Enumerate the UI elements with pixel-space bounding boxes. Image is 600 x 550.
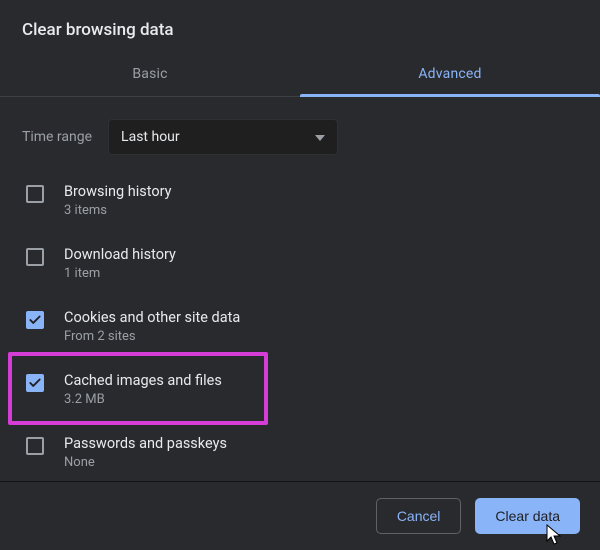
option-checkbox[interactable] <box>26 248 44 266</box>
option-label: Passwords and passkeys <box>64 435 227 452</box>
dialog-title: Clear browsing data <box>0 0 600 54</box>
tab-advanced[interactable]: Advanced <box>300 54 600 96</box>
option-sublabel: From 2 sites <box>64 329 240 344</box>
option-checkbox[interactable] <box>26 185 44 203</box>
clear-browsing-data-dialog: Clear browsing data Basic Advanced Time … <box>0 0 600 550</box>
option-sublabel: None <box>64 455 227 470</box>
option-sublabel: 1 item <box>64 266 176 281</box>
tab-basic[interactable]: Basic <box>0 54 300 96</box>
cancel-button[interactable]: Cancel <box>376 498 462 534</box>
time-range-label: Time range <box>22 129 92 145</box>
option-texts: Browsing history 3 items <box>64 183 172 218</box>
option-row: Browsing history 3 items <box>22 169 578 232</box>
option-sublabel: 3 items <box>64 203 172 218</box>
option-row: Passwords and passkeys None <box>22 421 578 481</box>
time-range-value: Last hour <box>121 129 180 145</box>
option-label: Browsing history <box>64 183 172 200</box>
option-checkbox[interactable] <box>26 311 44 329</box>
option-label: Cached images and files <box>64 372 222 389</box>
time-range-select[interactable]: Last hour <box>108 119 338 155</box>
option-label: Cookies and other site data <box>64 309 240 326</box>
tab-label: Advanced <box>418 66 481 82</box>
option-texts: Passwords and passkeys None <box>64 435 227 470</box>
chevron-down-icon <box>315 129 325 145</box>
dialog-content: Time range Last hour Browsing history 3 i… <box>0 97 600 481</box>
option-texts: Cookies and other site data From 2 sites <box>64 309 240 344</box>
tab-bar: Basic Advanced <box>0 54 600 97</box>
option-row: Download history 1 item <box>22 232 578 295</box>
tab-label: Basic <box>132 66 167 82</box>
option-label: Download history <box>64 246 176 263</box>
option-row: Cached images and files 3.2 MB <box>22 358 578 421</box>
options-list: Browsing history 3 items Download history 1… <box>22 165 578 481</box>
dialog-footer: Cancel Clear data <box>0 481 600 550</box>
option-checkbox[interactable] <box>26 374 44 392</box>
option-sublabel: 3.2 MB <box>64 392 222 407</box>
option-checkbox[interactable] <box>26 437 44 455</box>
time-range-row: Time range Last hour <box>22 97 578 165</box>
option-row: Cookies and other site data From 2 sites <box>22 295 578 358</box>
option-texts: Download history 1 item <box>64 246 176 281</box>
option-texts: Cached images and files 3.2 MB <box>64 372 222 407</box>
clear-data-button[interactable]: Clear data <box>475 498 580 534</box>
